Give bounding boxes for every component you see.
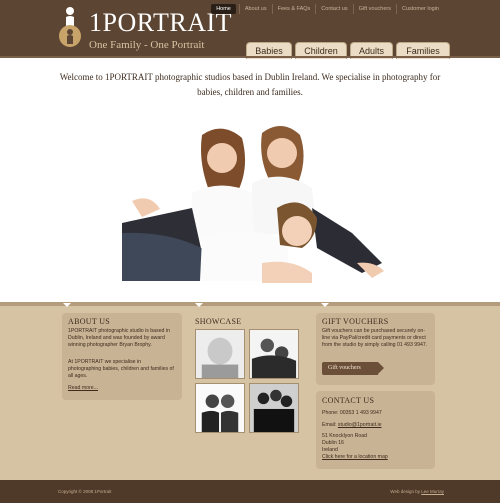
- category-tabs: Babies Children Adults Families: [246, 42, 450, 59]
- showcase-thumb-couple[interactable]: [195, 383, 245, 433]
- about-para-2: At 1PORTRAIT we specialise in photograph…: [68, 359, 174, 380]
- intro-line-2: babies, children and families.: [197, 87, 303, 97]
- tab-families[interactable]: Families: [396, 42, 450, 59]
- showcase-thumb-family[interactable]: [249, 329, 299, 379]
- nav-gift-vouchers[interactable]: Gift vouchers: [352, 4, 396, 14]
- gift-text: Gift vouchers can be purchased securely …: [322, 328, 428, 349]
- nav-about-us[interactable]: About us: [238, 4, 272, 14]
- about-panel: ABOUT US 1PORTRAIT photographic studio i…: [62, 313, 182, 400]
- contact-phone: Phone: 00353 1 493 9947: [322, 410, 382, 416]
- nav-home[interactable]: Home: [211, 4, 236, 14]
- contact-email-label: Email:: [322, 422, 337, 428]
- notch-gift: [321, 303, 329, 307]
- nav-fees-faqs[interactable]: Fees & FAQs: [271, 4, 316, 14]
- contact-email-row: Email: studio@1portrait.ie: [322, 422, 382, 429]
- family-logo-icon[interactable]: [58, 6, 86, 48]
- contact-title: CONTACT US: [322, 396, 375, 405]
- intro-text: Welcome to 1PORTRAIT photographic studio…: [45, 70, 455, 100]
- web-design-credit: Web design by Lee Murray: [390, 489, 444, 494]
- contact-panel: CONTACT US Phone: 00353 1 493 9947 Email…: [316, 391, 435, 469]
- about-title: ABOUT US: [68, 317, 111, 326]
- read-more-link[interactable]: Read more...: [68, 385, 98, 391]
- nav-contact-us[interactable]: Contact us: [315, 4, 352, 14]
- showcase-title: SHOWCASE: [195, 317, 242, 326]
- showcase-thumb-group[interactable]: [249, 383, 299, 433]
- tab-adults[interactable]: Adults: [350, 42, 393, 59]
- tab-babies[interactable]: Babies: [246, 42, 292, 59]
- contact-email-link[interactable]: studio@1portrait.ie: [338, 422, 382, 428]
- logo-tagline: One Family - One Portrait: [89, 39, 205, 51]
- top-navigation: Home About us Fees & FAQs Contact us Gif…: [211, 4, 444, 14]
- credit-prefix: Web design by: [390, 489, 420, 494]
- showcase-thumb-baby[interactable]: [195, 329, 245, 379]
- gift-title: GIFT VOUCHERS: [322, 317, 389, 326]
- tab-children[interactable]: Children: [295, 42, 347, 59]
- nav-customer-login[interactable]: Customer login: [396, 4, 444, 14]
- gift-vouchers-button[interactable]: Gift vouchers: [322, 362, 384, 375]
- location-map-link[interactable]: Click here for a location map: [322, 454, 388, 460]
- notch-about: [63, 303, 71, 307]
- intro-line-1: Welcome to 1PORTRAIT photographic studio…: [59, 72, 441, 82]
- notch-showcase: [195, 303, 203, 307]
- band-divider: [0, 302, 500, 306]
- about-para-1: 1PORTRAIT photographic studio is based i…: [68, 328, 170, 349]
- children-portrait-image: [112, 113, 388, 290]
- site-header: 1PORTRAIT One Family - One Portrait Home…: [0, 0, 500, 59]
- copyright-text: Copyright © 2008 1Portrait: [58, 489, 112, 494]
- site-footer: Copyright © 2008 1Portrait Web design by…: [0, 480, 500, 503]
- credit-link[interactable]: Lee Murray: [421, 489, 444, 494]
- hero-photo: [112, 113, 388, 290]
